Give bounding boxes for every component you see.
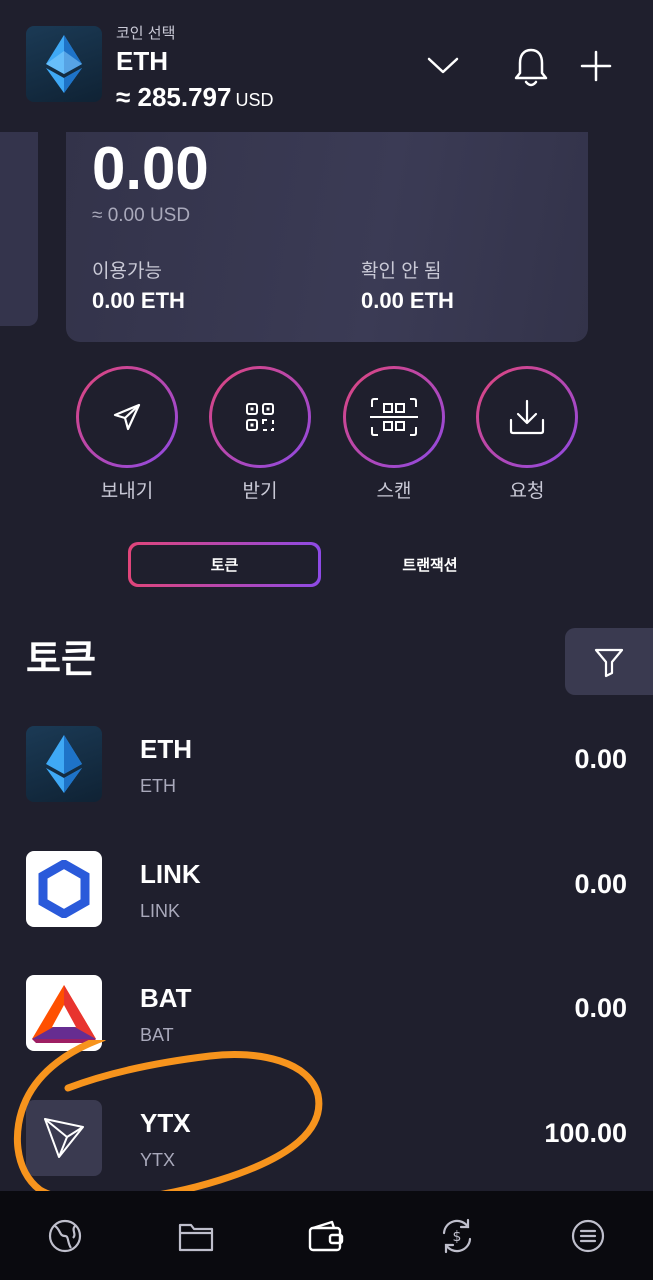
filter-icon [594, 648, 624, 677]
chainlink-logo-icon [38, 860, 90, 918]
token-row-bat[interactable]: BAT BAT 0.00 [0, 975, 653, 1099]
folder-icon [178, 1223, 213, 1251]
chevron-down-icon[interactable] [423, 46, 463, 86]
token-name: BAT [140, 983, 192, 1013]
tron-logo [26, 1100, 102, 1176]
token-balance: 0.00 [574, 993, 627, 1023]
available-label: 이용가능 [92, 261, 162, 282]
coin-select-caption: 코인 선택 [116, 25, 176, 42]
scan-button[interactable]: 스캔 [343, 366, 445, 503]
unconfirmed-label: 확인 안 됨 [361, 261, 442, 282]
receive-button-inner[interactable] [212, 369, 308, 465]
balance-usd: ≈ 0.00 USD [92, 205, 191, 226]
coin-symbol[interactable]: ETH [116, 46, 168, 77]
send-button-inner[interactable] [79, 369, 175, 465]
tron-logo-icon [44, 1118, 84, 1158]
send-label: 보내기 [100, 481, 154, 502]
available-value: 0.00 ETH [92, 288, 185, 313]
scan-button-inner[interactable] [346, 369, 442, 465]
request-button-ring[interactable] [476, 366, 578, 468]
wallet-icon [309, 1220, 344, 1251]
nav-wallet[interactable] [296, 1206, 356, 1266]
coin-logo[interactable] [26, 26, 102, 102]
menu-icon [571, 1219, 604, 1252]
scan-button-ring[interactable] [343, 366, 445, 468]
coin-value-amount: ≈ 285.797 [116, 82, 232, 112]
nav-exchange[interactable]: $ [427, 1206, 487, 1266]
header: 코인 선택 ETH ≈ 285.797 USD [0, 0, 653, 132]
nav-globe[interactable] [35, 1206, 95, 1266]
token-name: YTX [140, 1108, 191, 1138]
chainlink-logo [26, 851, 102, 927]
send-button[interactable]: 보내기 [76, 366, 178, 503]
plus-icon[interactable] [576, 46, 616, 86]
token-symbol: YTX [140, 1150, 176, 1170]
send-icon [113, 403, 141, 431]
token-row-link[interactable]: LINK LINK 0.00 [0, 851, 653, 975]
previous-balance-card[interactable] [0, 132, 38, 326]
nav-menu[interactable] [558, 1206, 618, 1266]
token-symbol: ETH [140, 776, 176, 796]
coin-value: ≈ 285.797 USD [116, 82, 274, 113]
request-label: 요청 [509, 481, 545, 502]
exchange-icon: $ [442, 1218, 472, 1253]
coin-value-unit: USD [235, 90, 274, 110]
ethereum-logo-icon [46, 35, 82, 93]
receive-button-ring[interactable] [209, 366, 311, 468]
bat-logo [26, 975, 102, 1051]
filter-button[interactable] [565, 628, 653, 695]
send-button-ring[interactable] [76, 366, 178, 468]
unconfirmed-value: 0.00 ETH [361, 288, 454, 313]
token-name: LINK [140, 859, 201, 889]
request-button-inner[interactable] [479, 369, 575, 465]
receive-label: 받기 [242, 481, 278, 502]
receive-button[interactable]: 받기 [209, 366, 311, 503]
bat-logo-icon [32, 985, 96, 1043]
request-button[interactable]: 요청 [476, 366, 578, 503]
token-symbol: BAT [140, 1025, 174, 1045]
balance-card[interactable]: 0.00 ≈ 0.00 USD 이용가능 0.00 ETH 확인 안 됨 0.0… [66, 132, 588, 342]
token-row-eth[interactable]: ETH ETH 0.00 [0, 726, 653, 850]
balance-amount: 0.00 [92, 135, 209, 202]
qr-code-icon [246, 403, 274, 431]
token-balance: 0.00 [574, 744, 627, 774]
token-balance: 100.00 [544, 1118, 627, 1148]
token-name: ETH [140, 734, 192, 764]
bottom-nav: $ [0, 1191, 653, 1280]
scan-label: 스캔 [376, 481, 412, 502]
bell-icon[interactable] [511, 46, 551, 87]
globe-icon [49, 1219, 82, 1252]
ethereum-logo-icon [46, 735, 82, 793]
token-symbol: LINK [140, 901, 181, 921]
section-title: 토큰 [26, 639, 96, 681]
svg-text:$: $ [453, 1229, 462, 1245]
tab-tokens[interactable]: 토큰 [128, 542, 321, 587]
nav-folder[interactable] [166, 1206, 226, 1266]
download-icon [509, 399, 545, 435]
tab-tokens-label: 토큰 [131, 545, 318, 584]
scan-icon [370, 398, 418, 436]
ethereum-logo [26, 726, 102, 802]
tab-transactions[interactable]: 트랜잭션 [370, 542, 490, 587]
token-balance: 0.00 [574, 869, 627, 899]
